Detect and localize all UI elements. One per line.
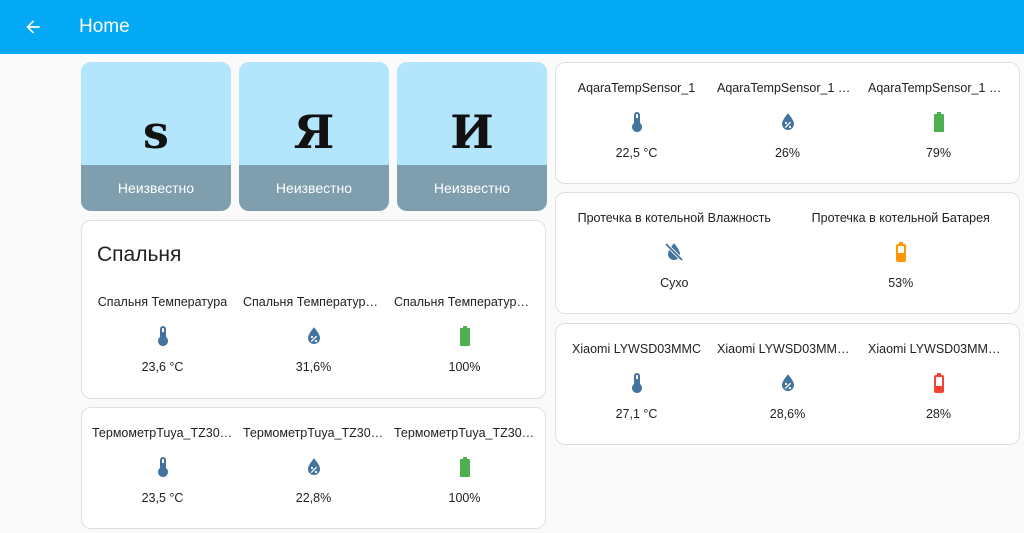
entity-name: AqaraTempSensor_1 xyxy=(577,81,696,95)
thermometer-icon xyxy=(151,324,175,348)
entity-name: Спальня Температура Влажность xyxy=(243,295,389,309)
entity-value: 53% xyxy=(888,276,914,290)
entity-value: 28,6% xyxy=(769,407,806,421)
entity-row: ТермометрTuya_TZ3000 23,5 °C ТермометрTu… xyxy=(82,425,545,506)
tuya-card: ТермометрTuya_TZ3000 23,5 °C ТермометрTu… xyxy=(81,407,546,529)
entity-name: AqaraTempSensor_1 Battery xyxy=(868,81,1014,95)
battery-full-icon xyxy=(453,324,477,348)
entity-row: Спальня Температура 23,6 °C Спальня Темп… xyxy=(82,294,545,375)
battery-low-icon xyxy=(927,371,951,395)
entity-name: Xiaomi LYWSD03MMC xyxy=(572,342,701,356)
tile-state: Неизвестно xyxy=(81,165,231,211)
entity-name: ТермометрTuya_TZ3000 xyxy=(92,426,234,440)
entity-tuya-temperature[interactable]: ТермометрTuya_TZ3000 23,5 °C xyxy=(87,425,238,506)
entity-value: 22,8% xyxy=(295,491,332,505)
entity-name: Спальня Температура xyxy=(97,295,228,309)
entity-name: Xiaomi LYWSD03MMC Humidity xyxy=(717,342,863,356)
water-off-icon xyxy=(662,240,686,264)
entity-aqara-temperature[interactable]: AqaraTempSensor_1 22,5 °C xyxy=(561,80,712,161)
entity-leak-battery[interactable]: Протечка в котельной Батарея 53% xyxy=(788,210,1015,291)
entity-value: 31,6% xyxy=(295,360,332,374)
entity-value: 28% xyxy=(925,407,952,421)
entity-bedroom-humidity[interactable]: Спальня Температура Влажность 31,6% xyxy=(238,294,389,375)
entity-xiaomi-temperature[interactable]: Xiaomi LYWSD03MMC 27,1 °C xyxy=(561,341,712,422)
entity-value: 100% xyxy=(448,360,481,374)
tile-image-letter: И xyxy=(450,105,494,159)
water-percent-icon xyxy=(776,110,800,134)
arrow-left-icon xyxy=(26,20,40,34)
entity-tuya-humidity[interactable]: ТермометрTuya_TZ3000 Влажность 22,8% xyxy=(238,425,389,506)
picture-tile-3[interactable]: И Неизвестно xyxy=(397,62,547,211)
entity-row: AqaraTempSensor_1 22,5 °C AqaraTempSenso… xyxy=(556,80,1019,161)
entity-name: Протечка в котельной Влажность xyxy=(577,211,771,225)
entity-row: Xiaomi LYWSD03MMC 27,1 °C Xiaomi LYWSD03… xyxy=(556,341,1019,422)
entity-name: Спальня Температура Батарея xyxy=(394,295,540,309)
entity-row: Протечка в котельной Влажность Сухо Прот… xyxy=(556,210,1019,291)
xiaomi-card: Xiaomi LYWSD03MMC 27,1 °C Xiaomi LYWSD03… xyxy=(555,323,1020,445)
thermometer-icon xyxy=(625,110,649,134)
leak-card: Протечка в котельной Влажность Сухо Прот… xyxy=(555,192,1020,314)
entity-value: 27,1 °C xyxy=(615,407,658,421)
entity-xiaomi-battery[interactable]: Xiaomi LYWSD03MMC Battery 28% xyxy=(863,341,1014,422)
entity-aqara-humidity[interactable]: AqaraTempSensor_1 Humidity 26% xyxy=(712,80,863,161)
bedroom-card: Спальня Спальня Температура 23,6 °C Спал… xyxy=(81,220,546,399)
picture-tile-2[interactable]: Я Неизвестно xyxy=(239,62,389,211)
page-title: Home xyxy=(79,16,130,37)
aqara-card: AqaraTempSensor_1 22,5 °C AqaraTempSenso… xyxy=(555,62,1020,184)
water-percent-icon xyxy=(302,324,326,348)
entity-value: 23,5 °C xyxy=(141,491,184,505)
entity-tuya-battery[interactable]: ТермометрTuya_TZ3000 Батарея 100% xyxy=(389,425,540,506)
entity-name: AqaraTempSensor_1 Humidity xyxy=(717,81,863,95)
thermometer-icon xyxy=(625,371,649,395)
entity-name: Xiaomi LYWSD03MMC Battery xyxy=(868,342,1014,356)
water-percent-icon xyxy=(776,371,800,395)
tile-image-letter: Я xyxy=(293,105,335,159)
entity-name: ТермометрTuya_TZ3000 Батарея xyxy=(394,426,540,440)
tile-state: Неизвестно xyxy=(397,165,547,211)
entity-leak-moisture[interactable]: Протечка в котельной Влажность Сухо xyxy=(561,210,788,291)
battery-full-icon xyxy=(453,455,477,479)
back-button[interactable] xyxy=(13,7,53,47)
entity-value: 22,5 °C xyxy=(615,146,658,160)
entity-value: Сухо xyxy=(660,276,689,290)
entity-value: 23,6 °C xyxy=(141,360,184,374)
entity-name: Протечка в котельной Батарея xyxy=(811,211,990,225)
entity-value: 100% xyxy=(448,491,481,505)
battery-half-icon xyxy=(889,240,913,264)
tile-state: Неизвестно xyxy=(239,165,389,211)
battery-full-icon xyxy=(927,110,951,134)
water-percent-icon xyxy=(302,455,326,479)
entity-value: 26% xyxy=(774,146,801,160)
entity-bedroom-battery[interactable]: Спальня Температура Батарея 100% xyxy=(389,294,540,375)
card-title: Спальня xyxy=(97,243,182,266)
picture-tile-1[interactable]: s Неизвестно xyxy=(81,62,231,211)
tile-image-letter: s xyxy=(143,105,169,159)
entity-aqara-battery[interactable]: AqaraTempSensor_1 Battery 79% xyxy=(863,80,1014,161)
entity-bedroom-temperature[interactable]: Спальня Температура 23,6 °C xyxy=(87,294,238,375)
entity-xiaomi-humidity[interactable]: Xiaomi LYWSD03MMC Humidity 28,6% xyxy=(712,341,863,422)
thermometer-icon xyxy=(151,455,175,479)
entity-name: ТермометрTuya_TZ3000 Влажность xyxy=(243,426,389,440)
entity-value: 79% xyxy=(925,146,952,160)
app-header: Home xyxy=(0,0,1024,54)
